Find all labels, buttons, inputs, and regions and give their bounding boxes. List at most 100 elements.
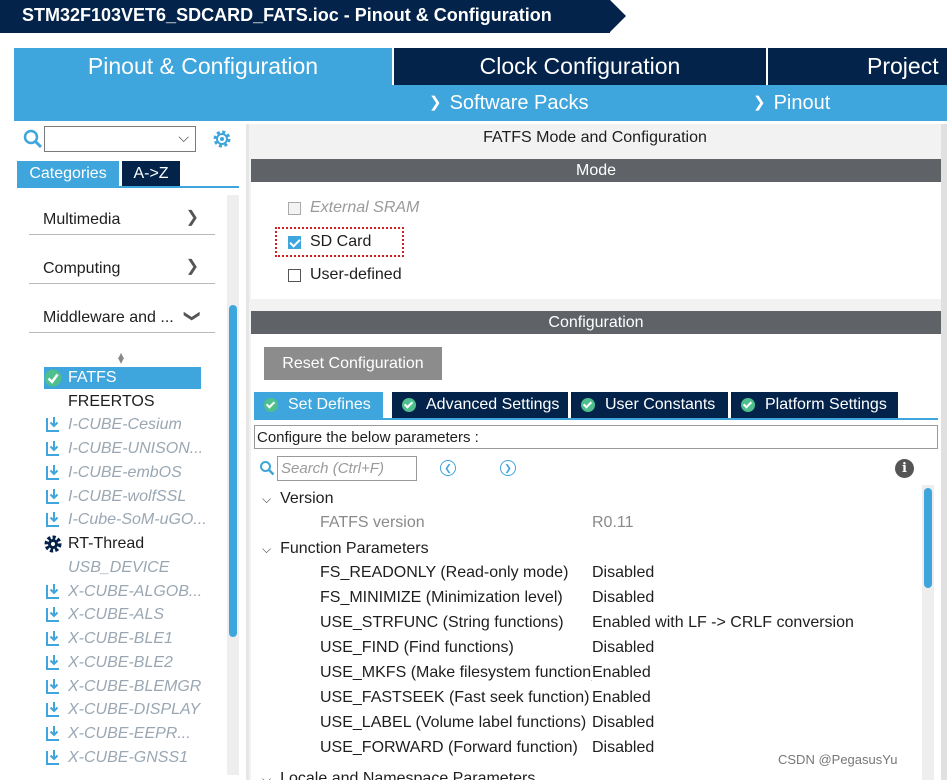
param-name: USE_MKFS (Make filesystem function) — [320, 664, 592, 681]
download-pack-icon — [46, 726, 59, 741]
middleware-label: X-CUBE-EEPR... — [68, 725, 191, 742]
chevron-down-icon[interactable]: ⌵ — [178, 129, 189, 146]
param-value[interactable]: Enabled — [592, 689, 651, 707]
highlight-annotation — [275, 227, 404, 257]
search-icon[interactable] — [22, 128, 44, 150]
watermark: CSDN @PegasusYu — [778, 752, 898, 767]
tab-platform-settings[interactable]: Platform Settings — [731, 392, 898, 418]
param-value[interactable]: Disabled — [592, 739, 654, 757]
middleware-item-x-cube-gnss1[interactable]: X-CUBE-GNSS1 — [44, 747, 188, 769]
tab-a-to-z[interactable]: A->Z — [122, 161, 180, 186]
middleware-item-usb-device[interactable]: USB_DEVICE — [68, 557, 169, 579]
gear-icon[interactable] — [211, 128, 233, 150]
main-tabs: Pinout & Configuration Clock Configurati… — [0, 33, 947, 85]
title-bar-arrow — [610, 0, 626, 32]
group-label: Function Parameters — [280, 540, 429, 557]
mode-option-user-defined[interactable]: User-defined — [288, 265, 402, 285]
info-icon[interactable]: i — [895, 459, 914, 478]
search-icon[interactable] — [259, 460, 275, 476]
left-scrollbar-thumb[interactable] — [229, 305, 237, 637]
group-version[interactable]: ⌵ Version — [262, 488, 333, 510]
middleware-item-rt-thread[interactable]: RT-Thread — [44, 533, 144, 555]
middleware-item-x-cube-algob[interactable]: X-CUBE-ALGOB... — [44, 581, 202, 603]
reset-configuration-button[interactable]: Reset Configuration — [264, 347, 442, 380]
middleware-label: FATFS — [68, 369, 117, 386]
middleware-item-i-cube-wolfssl[interactable]: I-CUBE-wolfSSL — [44, 486, 186, 508]
middleware-item-i-cube-unison[interactable]: I-CUBE-UNISON... — [44, 438, 203, 460]
sub-menu-bar: ❯ Software Packs ❯ Pinout — [14, 85, 947, 121]
download-pack-icon — [46, 441, 59, 456]
middleware-item-x-cube-blemgr[interactable]: X-CUBE-BLEMGR — [44, 676, 202, 698]
download-pack-icon — [46, 607, 59, 622]
chevron-down-icon: ❯ — [183, 309, 201, 323]
download-pack-icon — [46, 489, 59, 504]
middleware-item-x-cube-als[interactable]: X-CUBE-ALS — [44, 604, 164, 626]
middleware-item-x-cube-ble1[interactable]: X-CUBE-BLE1 — [44, 628, 173, 650]
middleware-item-i-cube-embos[interactable]: I-CUBE-embOS — [44, 462, 182, 484]
category-label: Computing — [43, 260, 121, 277]
middleware-label: X-CUBE-GNSS1 — [68, 749, 189, 766]
middleware-item-i-cube-som-ugo[interactable]: I-Cube-SoM-uGO... — [44, 509, 207, 531]
option-label: External SRAM — [310, 199, 420, 216]
middleware-item-i-cube-cesium[interactable]: I-CUBE-Cesium — [44, 414, 182, 436]
tab-categories[interactable]: Categories — [17, 161, 119, 186]
parameter-search-input[interactable]: Search (Ctrl+F) — [277, 456, 417, 481]
previous-match-icon[interactable]: ❮ — [440, 460, 456, 476]
param-value[interactable]: Enabled — [592, 664, 651, 682]
param-name: FS_READONLY (Read-only mode) — [320, 564, 569, 581]
category-multimedia[interactable]: Multimedia ❯ — [29, 197, 215, 235]
middleware-label: X-CUBE-DISPLAY — [68, 701, 201, 718]
param-value[interactable]: Disabled — [592, 589, 654, 607]
tab-advanced-settings[interactable]: Advanced Settings — [392, 392, 568, 418]
category-middleware[interactable]: Middleware and ... ❯ — [29, 295, 215, 333]
param-name: USE_FORWARD (Forward function) — [320, 739, 578, 756]
middleware-item-x-cube-eepr[interactable]: X-CUBE-EEPR... — [44, 723, 191, 745]
category-computing[interactable]: Computing ❯ — [29, 246, 215, 284]
category-label: Middleware and ... — [43, 309, 174, 326]
middleware-label: USB_DEVICE — [68, 559, 170, 576]
tab-pinout-configuration[interactable]: Pinout & Configuration — [14, 48, 392, 85]
gear-icon — [44, 535, 62, 553]
chevron-right-icon: ❯ — [185, 209, 199, 226]
check-circle-icon — [402, 398, 416, 412]
param-name: FATFS version — [320, 514, 425, 531]
next-match-icon[interactable]: ❯ — [500, 460, 516, 476]
pinout-menu[interactable]: ❯ Pinout — [753, 92, 830, 115]
middleware-item-fatfs[interactable]: FATFS — [44, 367, 201, 389]
middleware-label: FREERTOS — [68, 393, 155, 410]
download-pack-icon — [46, 465, 59, 480]
param-value[interactable]: Disabled — [592, 714, 654, 732]
chevron-right-icon: ❯ — [185, 258, 199, 275]
param-value[interactable]: Enabled with LF -> CRLF conversion — [592, 614, 854, 632]
mode-option-external-sram[interactable]: External SRAM — [288, 198, 419, 218]
middleware-item-x-cube-ble2[interactable]: X-CUBE-BLE2 — [44, 652, 173, 674]
tab-project[interactable]: Project — [768, 48, 947, 85]
middleware-item-x-cube-display[interactable]: X-CUBE-DISPLAY — [44, 699, 202, 721]
tab-user-constants[interactable]: User Constants — [571, 392, 728, 418]
middleware-label: I-CUBE-wolfSSL — [68, 488, 187, 505]
param-name: USE_FIND (Find functions) — [320, 639, 514, 656]
checkbox[interactable] — [288, 268, 301, 282]
checkbox[interactable] — [288, 201, 301, 215]
category-search-combo[interactable]: ⌵ — [44, 126, 196, 152]
middleware-label: X-CUBE-ALS — [68, 606, 165, 623]
group-locale-namespace-partial[interactable]: ⌵ Locale and Namespace Parameters — [262, 768, 535, 780]
param-value[interactable]: Disabled — [592, 564, 654, 582]
param-value[interactable]: Disabled — [592, 639, 654, 657]
software-packs-menu[interactable]: ❯ Software Packs — [429, 92, 589, 115]
download-pack-icon — [46, 750, 59, 765]
tab-clock-configuration[interactable]: Clock Configuration — [394, 48, 766, 85]
chevron-down-icon: ❯ — [753, 94, 766, 111]
parameter-scrollbar-thumb[interactable] — [924, 488, 932, 588]
tab-set-defines[interactable]: Set Defines — [254, 392, 383, 418]
middleware-label: I-CUBE-embOS — [68, 464, 182, 481]
window-title: STM32F103VET6_SDCARD_FATS.ioc - Pinout &… — [22, 5, 552, 25]
chevron-down-icon: ❯ — [429, 94, 442, 111]
software-packs-label: Software Packs — [449, 92, 589, 114]
middleware-label: X-CUBE-BLEMGR — [68, 678, 202, 695]
group-function-parameters[interactable]: ⌵ Function Parameters — [262, 538, 429, 560]
download-pack-icon — [46, 417, 59, 432]
group-label: Locale and Namespace Parameters — [280, 770, 536, 780]
middleware-label: I-CUBE-Cesium — [68, 416, 182, 433]
middleware-item-freertos[interactable]: FREERTOS — [68, 391, 155, 413]
